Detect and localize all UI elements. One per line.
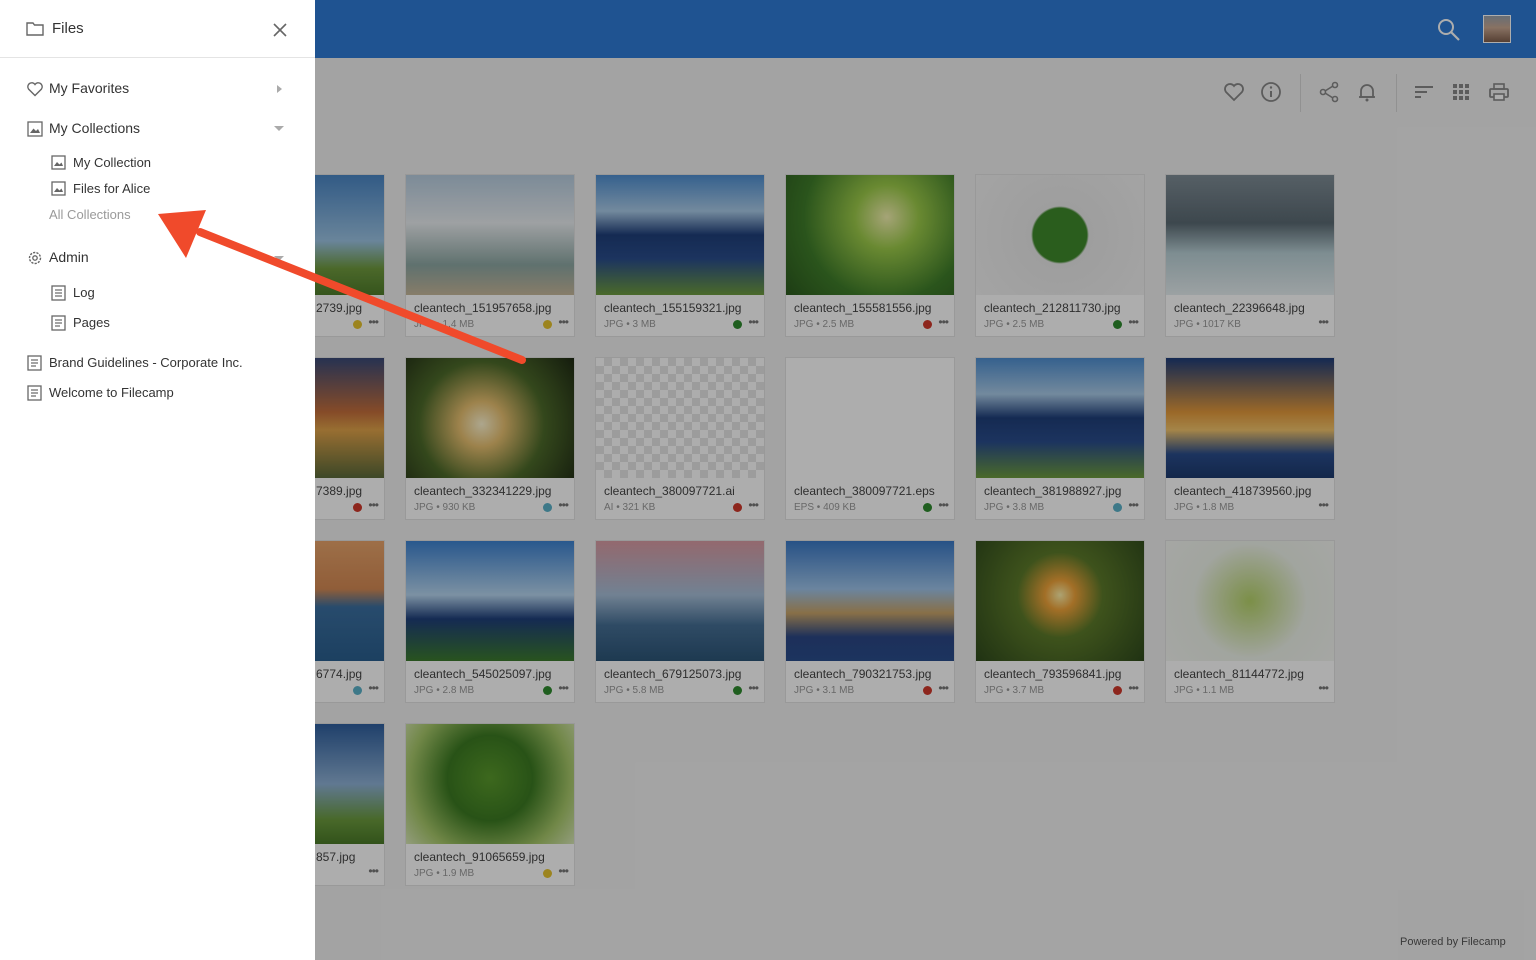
drawer-title: Files [52, 20, 84, 37]
nav-admin-pages[interactable]: Pages [50, 314, 250, 332]
nav-label: All Collections [49, 207, 131, 222]
nav-my-favorites[interactable]: My Favorites [26, 80, 296, 100]
nav-label: Brand Guidelines - Corporate Inc. [49, 355, 243, 370]
nav-all-collections[interactable]: All Collections [26, 206, 226, 224]
gear-icon [28, 251, 42, 265]
page-icon [51, 315, 66, 331]
close-icon[interactable] [272, 22, 288, 38]
nav-label: Pages [73, 315, 110, 330]
collection-icon [27, 121, 43, 137]
nav-label: My Favorites [49, 80, 130, 96]
nav-my-collections[interactable]: My Collections [26, 120, 296, 140]
nav-admin-log[interactable]: Log [50, 284, 250, 302]
nav-label: My Collections [49, 120, 141, 136]
nav-label: Admin [49, 249, 89, 265]
nav-page-brand-guidelines[interactable]: Brand Guidelines - Corporate Inc. [26, 354, 296, 372]
page-icon [27, 355, 42, 371]
nav-admin[interactable]: Admin [26, 249, 296, 269]
nav-label: My Collection [73, 155, 152, 170]
list-icon [51, 285, 66, 301]
page-icon [27, 385, 42, 401]
chevron-down-icon[interactable] [274, 256, 284, 261]
chevron-right-icon[interactable] [277, 85, 282, 93]
drawer-header: Files [0, 0, 315, 58]
side-drawer: Files My Favorites My Collections My Col… [0, 0, 315, 960]
nav-collection-my-collection[interactable]: My Collection [50, 154, 250, 172]
heart-icon [27, 82, 43, 97]
collection-icon [51, 155, 66, 170]
collection-icon [51, 181, 66, 196]
nav-label: Welcome to Filecamp [49, 385, 174, 400]
nav-collection-files-for-alice[interactable]: Files for Alice [50, 180, 250, 198]
folder-icon [26, 22, 44, 36]
chevron-down-icon[interactable] [274, 126, 284, 131]
nav-label: Files for Alice [73, 181, 151, 196]
nav-label: Log [73, 285, 95, 300]
nav-page-welcome[interactable]: Welcome to Filecamp [26, 384, 296, 402]
